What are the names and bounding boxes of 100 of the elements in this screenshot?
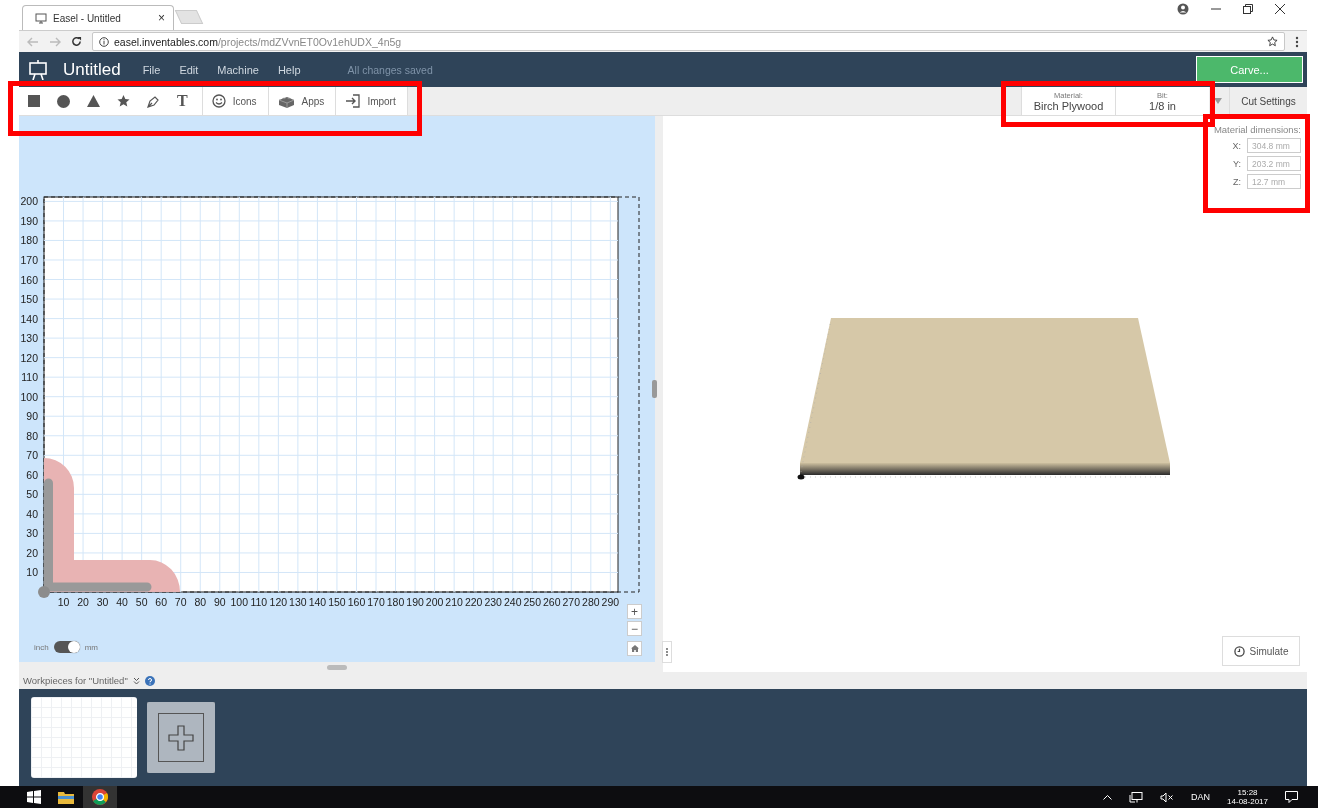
x-axis-label: 40 (116, 596, 128, 608)
workpiece-thumbnail[interactable] (31, 697, 137, 778)
browser-icon (92, 789, 108, 805)
close-icon[interactable] (1275, 4, 1285, 14)
menu-item[interactable]: Edit (179, 63, 199, 76)
plus-icon (168, 724, 194, 751)
x-axis-label: 120 (269, 596, 288, 608)
x-axis-label: 190 (406, 596, 424, 608)
menu-item[interactable]: Machine (217, 63, 259, 76)
x-axis-label: 140 (308, 596, 327, 608)
inch-label: inch (34, 642, 49, 652)
y-axis-label: 160 (20, 273, 38, 286)
brick-icon (277, 94, 295, 108)
y-axis-label: 40 (26, 507, 38, 520)
triangle-icon[interactable] (87, 95, 100, 107)
x-axis-label: 170 (367, 596, 385, 608)
windows-icon[interactable] (27, 790, 41, 804)
url-text: easel.inventables.com/projects/mdZVvnET0Ov1ehUDX_4n5g (114, 35, 402, 48)
y-axis-label: 120 (20, 351, 38, 364)
notification-icon[interactable] (1285, 791, 1298, 803)
network-icon[interactable] (1129, 791, 1144, 803)
unit-toggle[interactable] (53, 641, 80, 653)
project-title[interactable]: Untitled (63, 59, 121, 80)
circle-icon[interactable] (57, 94, 70, 108)
panel-toggle-button[interactable] (662, 641, 672, 663)
x-axis-label: 150 (328, 596, 346, 608)
x-axis-label: 240 (503, 596, 522, 608)
info-icon (99, 36, 109, 47)
y-axis-label: 30 (26, 527, 38, 540)
dimension-field[interactable]: 203.2 mm (1247, 156, 1301, 171)
simulate-button[interactable]: Simulate (1222, 636, 1300, 666)
y-axis-label: 60 (26, 468, 38, 481)
y-axis-label: 190 (20, 214, 38, 227)
zoom-out-button[interactable]: − (627, 621, 642, 636)
muted-speaker-icon[interactable] (1160, 791, 1175, 803)
star-icon[interactable] (117, 95, 130, 107)
y-axis-label: 130 (20, 332, 38, 345)
close-tab-button[interactable]: × (158, 11, 165, 25)
browser-taskbar-button[interactable] (83, 786, 117, 808)
y-axis-label: 180 (20, 234, 38, 247)
zoom-in-button[interactable]: + (627, 604, 642, 619)
account-icon[interactable] (1177, 3, 1189, 15)
more-icon[interactable] (1295, 35, 1299, 48)
menu-item[interactable]: Help (277, 63, 301, 76)
axis-label: Y: (1233, 158, 1241, 169)
mm-label: mm (84, 642, 98, 652)
workpieces-label: Workpieces for "Untitled" (23, 675, 128, 686)
x-axis-label: 100 (230, 596, 249, 608)
y-axis-label: 70 (26, 449, 38, 462)
toolbar-button[interactable]: Import (335, 87, 408, 115)
x-axis-label: 60 (155, 596, 167, 608)
y-axis-label: 50 (26, 488, 38, 501)
tab-title: Easel - Untitled (53, 12, 122, 24)
x-axis-label: 160 (347, 596, 366, 608)
add-workpiece-button[interactable] (147, 702, 215, 773)
help-icon[interactable] (144, 675, 155, 686)
menu-item[interactable]: File (142, 63, 161, 76)
text-tool[interactable]: T (177, 92, 188, 110)
splitter-handle[interactable] (652, 380, 657, 398)
restore-icon[interactable] (1243, 4, 1253, 14)
address-field[interactable]: easel.inventables.com/projects/mdZVvnET0Ov1ehUDX_4n5g (92, 32, 1285, 51)
axis-label: X: (1232, 140, 1241, 151)
reload-icon[interactable] (71, 36, 82, 47)
y-axis-label: 100 (20, 390, 38, 403)
x-axis-label: 10 (57, 596, 70, 608)
x-axis-label: 200 (425, 596, 444, 608)
resize-handle[interactable] (327, 664, 347, 670)
x-axis-label: 210 (445, 596, 463, 608)
clock-date: 14-08-2017 (1227, 797, 1268, 806)
y-axis-label: 170 (20, 254, 38, 266)
chevron-up-icon[interactable] (1103, 794, 1113, 800)
x-axis-label: 30 (96, 596, 109, 608)
x-axis-label: 90 (213, 596, 226, 608)
x-axis-label: 230 (484, 596, 502, 608)
x-axis-label: 290 (601, 596, 620, 608)
language-indicator[interactable]: DAN (1191, 792, 1211, 802)
folder-icon[interactable] (58, 790, 74, 804)
home-icon (630, 645, 639, 652)
x-axis-label: 250 (523, 596, 541, 608)
y-axis-label: 110 (21, 371, 38, 384)
pen-icon[interactable] (147, 94, 160, 108)
dimension-field[interactable]: 304.8 mm (1247, 138, 1301, 153)
axis-label: Z: (1233, 176, 1241, 187)
clock-time: 15:28 (1237, 788, 1258, 797)
browser-tab[interactable]: Easel - Untitled × (22, 5, 174, 30)
x-axis-label: 270 (562, 596, 581, 608)
x-axis-label: 180 (386, 596, 405, 608)
caret-icon[interactable] (1214, 98, 1222, 104)
dimension-field[interactable]: 12.7 mm (1247, 174, 1301, 189)
x-axis-label: 130 (289, 596, 307, 608)
x-axis-label: 260 (543, 596, 561, 608)
double-chevron-icon[interactable] (132, 676, 140, 685)
star-icon[interactable] (1267, 36, 1278, 47)
home-button[interactable] (627, 641, 642, 656)
x-axis-label: 70 (174, 596, 187, 608)
x-axis-label: 20 (77, 596, 89, 608)
y-axis-label: 10 (26, 566, 38, 579)
design-canvas[interactable]: 10 20 30 40 50 60 70 80 90 100 110 120 130 140 150 160 170 180 190 200 210 220 230 240 250 260 270 280 290 200 190 180 170 160 150 140 130 120 110 100 90 80 70 60 50 40 30 20 10 + − inch mm (19, 116, 655, 662)
save-status: All changes saved (347, 63, 433, 76)
dimensions-title: Material dimensions: (1213, 124, 1301, 135)
